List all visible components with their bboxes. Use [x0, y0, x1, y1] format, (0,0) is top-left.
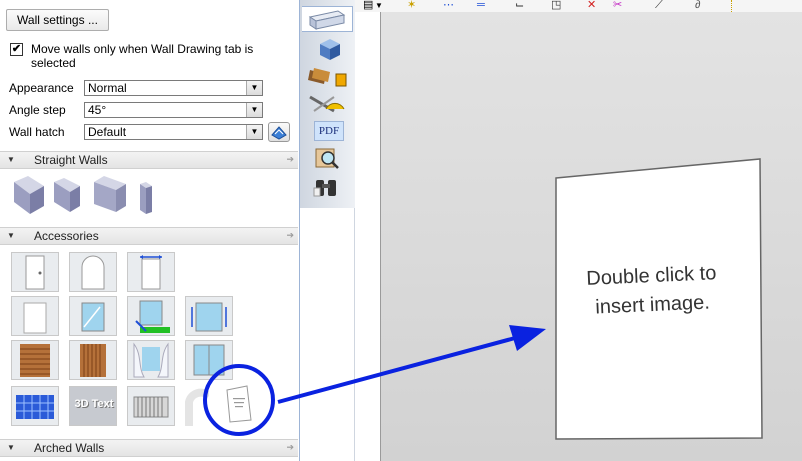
- annotation-overlay: [203, 325, 546, 436]
- highlight-circle: [203, 364, 275, 436]
- annotation-arrow-line: [277, 336, 516, 404]
- arrow-head-icon: [509, 325, 546, 351]
